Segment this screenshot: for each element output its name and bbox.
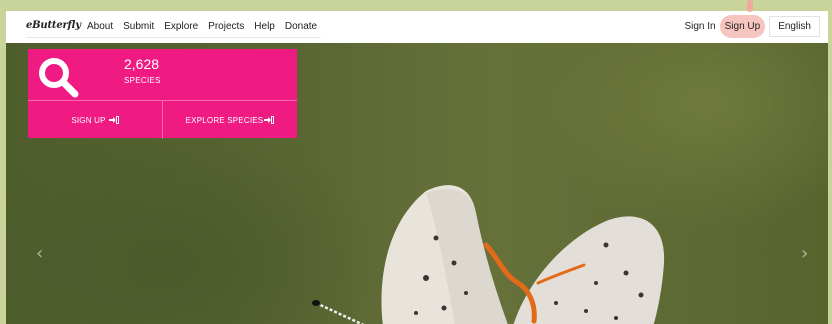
species-count: 2,628 xyxy=(124,56,160,72)
site-logo[interactable]: eButterfly xyxy=(26,20,81,31)
species-count-block: 2,628 SPECIES xyxy=(28,49,297,100)
carousel-next-icon[interactable]: › xyxy=(801,243,808,264)
species-promo-panel: 2,628 SPECIES SIGN UP EXPLORE SPECIES xyxy=(28,49,297,139)
nav-explore[interactable]: Explore xyxy=(159,21,203,32)
nav-about[interactable]: About xyxy=(82,21,118,32)
language-selector[interactable]: English xyxy=(769,16,820,37)
sign-up-button-label: SIGN UP xyxy=(71,115,106,125)
mouse-cursor-highlight xyxy=(747,0,753,12)
sign-up-link[interactable]: Sign Up xyxy=(719,15,766,38)
main-nav: About Submit Explore Projects Help Donat… xyxy=(82,21,322,32)
carousel-prev-icon[interactable]: ‹ xyxy=(36,243,43,264)
promo-actions: SIGN UP EXPLORE SPECIES xyxy=(28,100,297,139)
account-nav: Sign In Sign Up English xyxy=(680,15,820,38)
search-icon xyxy=(39,58,79,98)
nav-submit[interactable]: Submit xyxy=(118,21,159,32)
sign-in-link[interactable]: Sign In xyxy=(680,16,719,37)
nav-help[interactable]: Help xyxy=(249,21,280,32)
species-count-label: SPECIES xyxy=(124,76,161,85)
sign-in-arrow-icon xyxy=(108,116,119,124)
butterfly-photo xyxy=(312,185,665,324)
sign-up-button[interactable]: SIGN UP xyxy=(28,101,163,139)
explore-species-button[interactable]: EXPLORE SPECIES xyxy=(163,101,297,139)
butterfly-antenna xyxy=(315,301,365,324)
nav-divider xyxy=(26,37,321,38)
hero-carousel: 2,628 SPECIES SIGN UP EXPLORE SPECIES ‹ … xyxy=(6,43,828,324)
nav-donate[interactable]: Donate xyxy=(280,21,322,32)
sign-in-arrow-icon xyxy=(264,116,275,124)
butterfly-antenna-tip xyxy=(312,300,320,306)
nav-projects[interactable]: Projects xyxy=(203,21,249,32)
browser-frame: eButterfly About Submit Explore Projects… xyxy=(6,11,828,324)
top-navigation-bar: eButterfly About Submit Explore Projects… xyxy=(6,11,828,43)
explore-species-button-label: EXPLORE SPECIES xyxy=(185,115,264,125)
